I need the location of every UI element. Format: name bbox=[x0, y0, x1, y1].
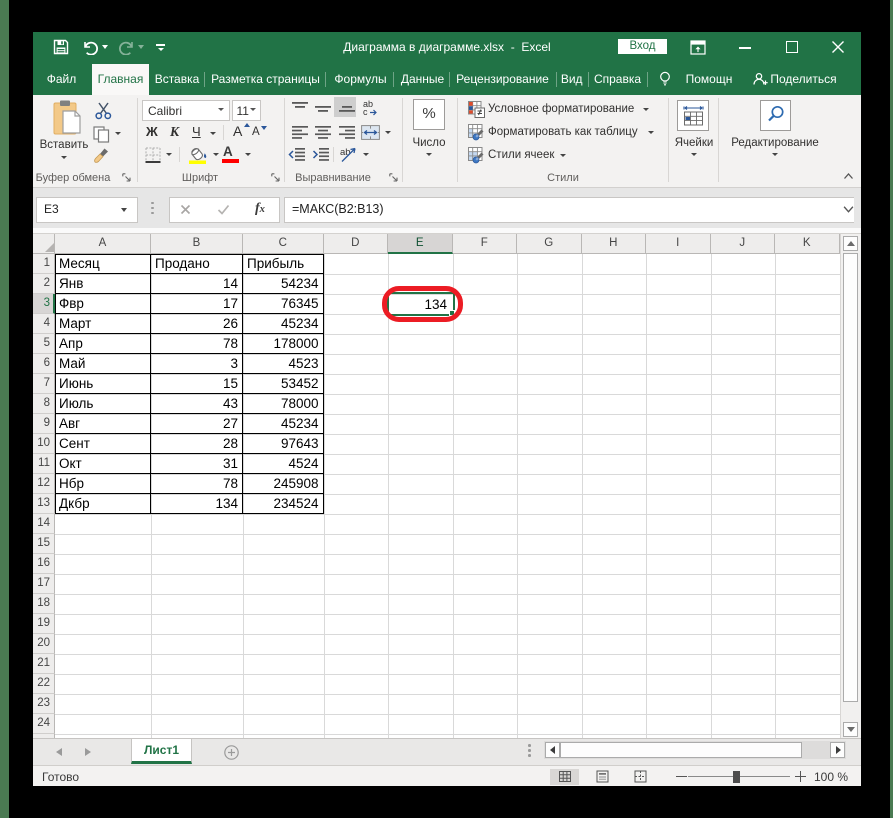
svg-text:c: c bbox=[363, 107, 368, 117]
svg-text:ab: ab bbox=[340, 147, 351, 158]
